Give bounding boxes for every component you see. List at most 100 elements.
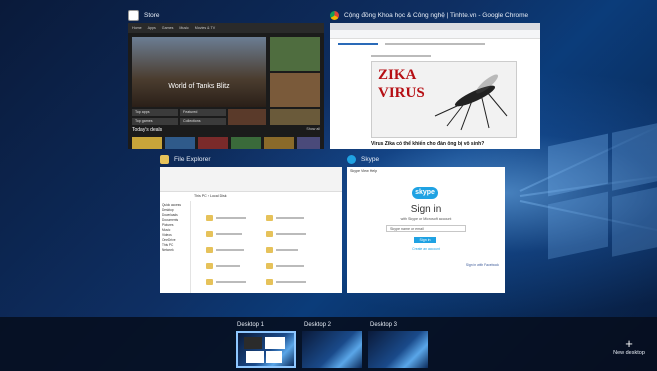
store-nav-home[interactable]: Home xyxy=(132,26,142,30)
store-top-apps-tile[interactable]: Top apps xyxy=(132,109,178,116)
file-name xyxy=(216,217,246,219)
store-hero-title: World of Tanks Blitz xyxy=(168,83,230,90)
file-name xyxy=(276,281,306,283)
skype-menu-bar[interactable]: Skype View Help xyxy=(350,169,377,173)
skype-title: Skype xyxy=(361,156,380,163)
store-deal-card[interactable] xyxy=(264,137,294,149)
folder-icon[interactable] xyxy=(266,215,273,221)
skype-app-icon xyxy=(347,155,356,164)
skype-sign-in-button[interactable]: Sign in xyxy=(414,237,436,243)
zika-image-text-1: ZIKA xyxy=(378,67,417,83)
explorer-title-bar[interactable]: File Explorer xyxy=(160,153,210,166)
thumb-window xyxy=(246,351,264,363)
skype-window-content: Skype View Help skype Sign in with Skype… xyxy=(347,167,505,293)
store-nav-apps[interactable]: Apps xyxy=(148,26,156,30)
store-featured-tile[interactable] xyxy=(270,73,320,107)
chrome-title: Cộng đồng Khoa học & Công nghệ | Tinhte.… xyxy=(344,12,529,19)
new-desktop-label: New desktop xyxy=(613,350,645,356)
file-name xyxy=(216,249,244,251)
chrome-address-bar[interactable] xyxy=(330,30,540,39)
chrome-tab-strip[interactable] xyxy=(330,23,540,30)
store-deal-card[interactable] xyxy=(231,137,261,149)
store-featured-tile[interactable] xyxy=(270,37,320,71)
chrome-window-content: ZIKA VIRUS Virus Zika có thể khiến cho đ… xyxy=(330,23,540,149)
folder-icon xyxy=(160,155,169,164)
desktop-1-thumbnail[interactable] xyxy=(236,331,296,368)
windows-logo-pane xyxy=(612,123,657,191)
folder-icon[interactable] xyxy=(206,263,213,269)
thumb-window xyxy=(266,351,282,363)
chrome-window[interactable]: Cộng đồng Khoa học & Công nghệ | Tinhte.… xyxy=(330,9,540,149)
create-account-link[interactable]: Create an account xyxy=(347,247,505,251)
explorer-window-content: This PC › Local Disk Quick access Deskto… xyxy=(160,167,342,293)
store-nav-movies[interactable]: Movies & TV xyxy=(195,26,215,30)
folder-icon[interactable] xyxy=(206,247,213,253)
store-deal-card[interactable] xyxy=(165,137,195,149)
skype-username-field[interactable]: Skype name or email xyxy=(386,225,466,232)
store-deals-heading: Today's deals xyxy=(132,127,163,133)
skype-sign-in-subheading: with Skype or Microsoft account xyxy=(400,217,452,221)
explorer-nav-pane: Quick access Desktop Downloads Documents… xyxy=(160,201,191,293)
skype-title-bar[interactable]: Skype xyxy=(347,153,379,166)
store-nav-games[interactable]: Games xyxy=(162,26,174,30)
explorer-title: File Explorer xyxy=(174,156,211,163)
explorer-ribbon[interactable] xyxy=(160,167,342,192)
facebook-sign-in-link[interactable]: Sign in with Facebook xyxy=(466,263,499,267)
windows-logo-pane xyxy=(548,133,608,197)
article-image: ZIKA VIRUS xyxy=(371,61,517,138)
windows-logo-pane xyxy=(612,187,657,257)
file-name xyxy=(276,249,298,251)
file-name xyxy=(276,233,306,235)
store-deal-card[interactable] xyxy=(297,137,320,149)
site-logo xyxy=(338,43,378,45)
explorer-address-bar[interactable]: This PC › Local Disk xyxy=(194,194,227,198)
store-window[interactable]: Store Home Apps Games Music Movies & TV … xyxy=(128,9,324,149)
store-window-content: Home Apps Games Music Movies & TV World … xyxy=(128,23,324,149)
article-headline[interactable]: Virus Zika có thể khiến cho đàn ông bị v… xyxy=(371,141,484,147)
store-promo-tile[interactable] xyxy=(228,109,266,125)
desktop-3-thumbnail[interactable] xyxy=(368,331,428,368)
new-desktop-button[interactable]: + New desktop xyxy=(609,337,649,356)
file-name xyxy=(276,265,304,267)
store-show-all-link[interactable]: Show all xyxy=(306,127,320,131)
desktop-2-label: Desktop 2 xyxy=(304,322,332,328)
desktop-1-label: Desktop 1 xyxy=(237,322,265,328)
chrome-title-bar[interactable]: Cộng đồng Khoa học & Công nghệ | Tinhte.… xyxy=(330,9,528,22)
mosquito-illustration xyxy=(434,74,508,131)
file-name xyxy=(216,265,240,267)
file-name xyxy=(216,281,246,283)
store-deal-card[interactable] xyxy=(132,137,162,149)
store-deal-card[interactable] xyxy=(198,137,228,149)
folder-icon[interactable] xyxy=(266,247,273,253)
skype-window[interactable]: Skype Skype View Help skype Sign in with… xyxy=(347,153,505,293)
windows-logo-pane xyxy=(548,191,608,260)
zika-image-text-2: VIRUS xyxy=(378,85,425,101)
site-menu[interactable] xyxy=(385,43,485,45)
store-top-games-tile[interactable]: Top games xyxy=(132,118,178,125)
store-promo-tile[interactable] xyxy=(270,109,320,125)
store-app-icon xyxy=(128,10,139,21)
folder-icon[interactable] xyxy=(266,279,273,285)
folder-icon[interactable] xyxy=(206,231,213,237)
thumb-window xyxy=(244,337,262,349)
folder-icon[interactable] xyxy=(206,215,213,221)
explorer-window[interactable]: File Explorer This PC › Local Disk Quick… xyxy=(160,153,342,293)
folder-icon[interactable] xyxy=(206,279,213,285)
folder-icon[interactable] xyxy=(266,263,273,269)
store-nav-music[interactable]: Music xyxy=(179,26,188,30)
file-name xyxy=(216,233,242,235)
skype-sign-in-heading: Sign in xyxy=(410,204,442,215)
file-name xyxy=(276,217,304,219)
nav-item-network[interactable]: Network xyxy=(162,248,188,253)
store-title: Store xyxy=(144,12,160,19)
desktop-3-label: Desktop 3 xyxy=(370,322,398,328)
desktop-2-thumbnail[interactable] xyxy=(302,331,362,368)
skype-logo: skype xyxy=(412,187,438,199)
store-title-bar[interactable]: Store xyxy=(128,9,160,22)
store-collections-link[interactable]: Collections xyxy=(180,118,226,125)
folder-icon[interactable] xyxy=(266,231,273,237)
store-hero-banner[interactable]: World of Tanks Blitz xyxy=(132,37,266,107)
post-author xyxy=(371,55,431,57)
store-featured-link[interactable]: Featured xyxy=(180,109,226,116)
thumb-window xyxy=(265,337,285,349)
